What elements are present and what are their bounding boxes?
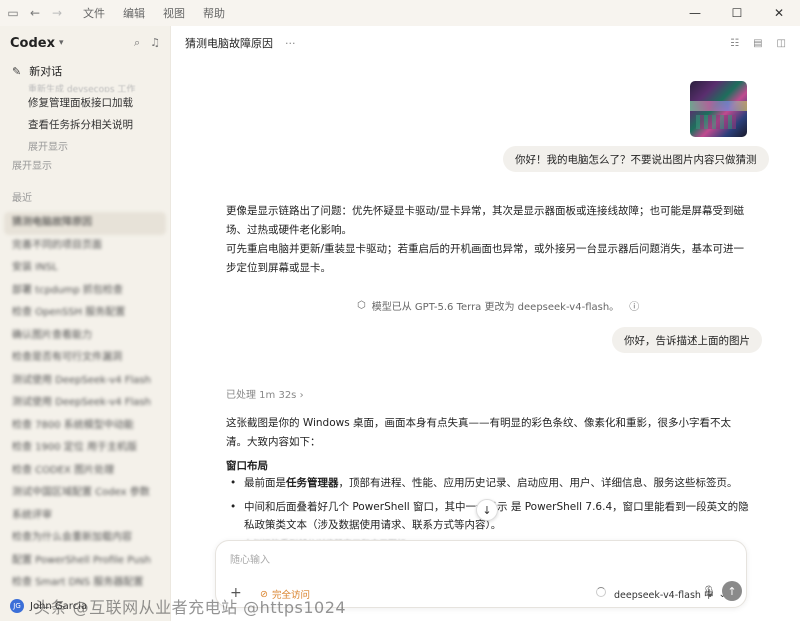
menu-help[interactable]: 帮助 [194,5,234,21]
edit-icon: ✎ [12,64,22,78]
maximize-button[interactable]: ☐ [716,0,758,26]
recent-item[interactable]: 测试使用 DeepSeek-v4 Flash [4,370,166,393]
loading-spinner-icon [596,587,606,597]
recent-item[interactable]: 检查是否有可行文件漏洞 [4,347,166,370]
recent-item[interactable]: 检查 7800 系统模型中动能 [4,415,166,438]
model-label: deepseek-v4-flash 中 [614,590,714,601]
list-icon[interactable]: ☷ [730,38,739,49]
send-button[interactable]: ↑ [722,581,742,601]
recent-list: 猜测电脑故障原因 完善不同的项目页面 安装 INSL 部署 tcpdump 抓包… [0,212,170,595]
recent-item[interactable]: 检查 CODEX 图片处理 [4,460,166,483]
attached-image-thumbnail[interactable] [690,81,747,137]
recent-item[interactable]: 测试中国区域配置 Codex 参数 [4,482,166,505]
watermark: 头条 @互联网从业者充电站 @https1024 [34,598,347,617]
bullet-bold-text: 任务管理器 [286,477,339,489]
sidebar-toggle-icon[interactable]: ▭ [2,2,24,24]
conversation-title: 猜测电脑故障原因 [185,37,273,50]
show-more-link[interactable]: 展开显示 [0,154,170,180]
assistant-paragraph: 这张截图是你的 Windows 桌面，画面本身有点失真——有明显的彩色条纹、像素… [226,417,732,448]
user-message-text: 你好！我的电脑怎么了？不要说出图片内容只做猜测 [515,153,757,166]
new-chat-button[interactable]: ✎ 新对话 [0,60,170,82]
microphone-icon[interactable]: 🎙 [702,585,716,598]
avatar: JG [10,599,24,613]
sidebar-item-faded[interactable]: 重新生成 devsecops 工作流 [0,82,170,92]
info-icon[interactable]: ⓘ [629,298,639,313]
recent-item[interactable]: 安装 INSL [4,257,166,280]
sidebar: Codex ▾ ⌕ ♫ ✎ 新对话 重新生成 devsecops 工作流 修复管… [0,26,170,621]
processing-time-label: 已处理 1m 32s [226,390,297,401]
recent-item[interactable]: 猜测电脑故障原因 [4,212,166,235]
processing-time-toggle[interactable]: 已处理 1m 32s › [226,386,304,401]
recent-item[interactable]: 完善不同的项目页面 [4,235,166,258]
more-options-icon[interactable]: ··· [285,37,296,50]
chevron-right-icon: › [299,390,304,401]
recent-section-label: 最近 [12,193,32,204]
sidebar-item[interactable]: 修复管理面板接口加载 [0,92,170,114]
cube-icon: ⬡ [357,300,366,311]
menu-file[interactable]: 文件 [74,5,114,21]
minimize-button[interactable]: — [674,0,716,26]
back-arrow-icon[interactable]: ← [24,2,46,24]
new-chat-label: 新对话 [29,65,63,78]
recent-item[interactable]: 部署 tcpdump 抓包检查 [4,280,166,303]
recent-item[interactable]: 确认图片查看能力 [4,325,166,348]
section-heading: 窗口布局 [226,460,268,472]
menu-edit[interactable]: 编辑 [114,5,154,21]
sidebar-item[interactable]: 查看任务拆分相关说明 [0,114,170,136]
recent-item[interactable]: 检查为什么会重新加载内容 [4,527,166,550]
bullet-item: 最前面是任务管理器，顶部有进程、性能、应用历史记录、启动应用、用户、详细信息、服… [226,474,751,492]
bullet-text: 最前面是 [244,477,286,489]
forward-arrow-icon[interactable]: → [46,2,68,24]
menu-view[interactable]: 视图 [154,5,194,21]
recent-item[interactable]: 检查 1900 定位 用于主机版 [4,437,166,460]
terminal-icon[interactable]: ▤ [753,38,762,49]
model-change-text: 模型已从 GPT-5.6 Terra 更改为 deepseek-v4-flash… [371,302,620,313]
main-panel: 猜测电脑故障原因 ··· ☷ ▤ ◫ 你好！我的电脑怎么了？不要说出图片内容只做… [170,26,800,621]
user-message: 你好！我的电脑怎么了？不要说出图片内容只做猜测 [503,146,769,172]
chevron-down-icon[interactable]: ▾ [59,38,64,48]
sidebar-header: Codex ▾ ⌕ ♫ [0,26,170,60]
recent-item[interactable]: 检查 OpenSSH 服务配置 [4,302,166,325]
close-button[interactable]: ✕ [758,0,800,26]
scroll-to-bottom-button[interactable]: ↓ [476,499,498,521]
recent-item[interactable]: 配置 PowerShell Profile Push [4,550,166,573]
bell-icon[interactable]: ♫ [150,36,160,50]
conversation-header: 猜测电脑故障原因 ··· ☷ ▤ ◫ [171,26,800,60]
expand-more-link[interactable]: 展开显示 [0,136,170,154]
recent-item[interactable]: 系统评审 [4,505,166,528]
app-switcher[interactable]: Codex [10,36,55,51]
message-input[interactable] [230,551,630,569]
window-controls: — ☐ ✕ [674,0,800,26]
user-message: 你好，告诉描述上面的图片 [612,327,762,353]
model-change-notice: ⬡ 模型已从 GPT-5.6 Terra 更改为 deepseek-v4-fla… [357,298,639,313]
title-bar: ▭ ← → 文件 编辑 视图 帮助 — ☐ ✕ [0,0,800,26]
user-message-text: 你好，告诉描述上面的图片 [624,334,750,347]
assistant-paragraph: 更像是显示链路出了问题：优先怀疑显卡驱动/显卡异常，其次是显示器面板或连接线故障… [226,205,745,236]
assistant-paragraph: 可先重启电脑并更新/重装显卡驱动；若重启后的开机画面也异常，或外接另一台显示器后… [226,243,745,274]
bullet-text: ，顶部有进程、性能、应用历史记录、启动应用、用户、详细信息、服务这些标签页。 [338,477,738,489]
search-icon[interactable]: ⌕ [134,36,140,50]
recent-item[interactable]: 测试使用 DeepSeek-v4 Flash [4,392,166,415]
menu-bar: 文件 编辑 视图 帮助 [74,5,234,21]
panel-toggle-icon[interactable]: ◫ [777,38,786,49]
